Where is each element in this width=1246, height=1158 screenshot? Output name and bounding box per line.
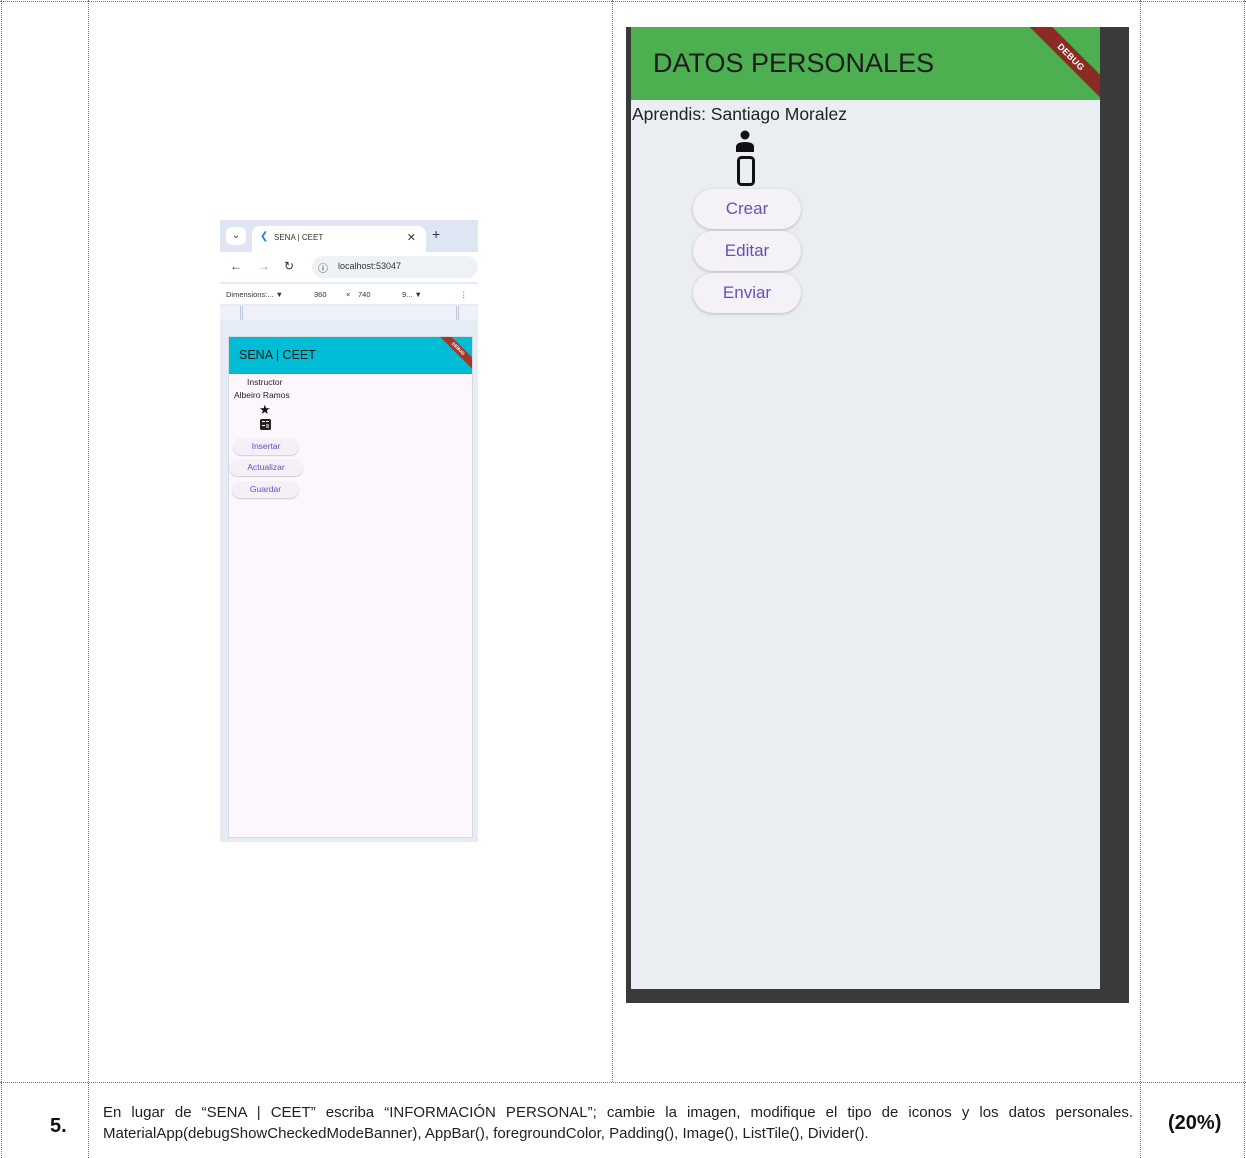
smartphone-icon <box>737 156 755 191</box>
crear-button[interactable]: Crear <box>693 189 801 229</box>
address-bar[interactable]: ⓘ localhost:53047 <box>312 256 478 278</box>
device-toolbar: Dimensions:... ▼ 360 × 740 9... ▼ ⋮ <box>220 284 478 304</box>
more-options-icon[interactable]: ⋮ <box>460 290 468 299</box>
browser-tab-bar: ⌄ ❮ SENA | CEET ✕ + <box>220 220 478 252</box>
student-name: Aprendis: Santiago Moralez <box>632 104 847 124</box>
device-ruler <box>220 306 478 320</box>
guardar-button[interactable]: Guardar <box>232 481 299 498</box>
app-bar-title: DATOS PERSONALES <box>653 48 935 78</box>
table-col-border <box>88 0 89 1158</box>
tab-title: SENA | CEET <box>274 233 324 242</box>
app-bar-title: SENA | CEET <box>239 348 316 362</box>
forward-arrow-icon[interactable]: → <box>258 259 270 273</box>
device-height[interactable]: 740 <box>358 290 371 299</box>
table-col-border <box>1140 0 1141 1158</box>
calculator-icon <box>260 418 271 433</box>
row-number: 5. <box>50 1115 67 1137</box>
table-row-divider <box>0 1082 1246 1083</box>
zoom-label: 9... <box>402 290 413 299</box>
app-screen: DATOS PERSONALES DEBUG Aprendis: Santiag… <box>631 27 1100 989</box>
task-description: En lugar de “SENA | CEET” escriba “INFOR… <box>103 1104 1133 1142</box>
table-col-border <box>1 0 2 1158</box>
flutter-favicon-icon: ❮ <box>260 231 269 242</box>
row-percentage: (20%) <box>1168 1112 1222 1134</box>
dimensions-select[interactable]: Dimensions:... ▼ <box>226 290 283 299</box>
phone-viewport: SENA | CEET DEBUG Instructor Albeiro Ram… <box>228 336 473 838</box>
browser-tab[interactable]: ❮ SENA | CEET ✕ <box>252 226 426 252</box>
reload-icon[interactable]: ↻ <box>284 259 294 273</box>
debug-banner: DEBUG <box>432 337 472 375</box>
star-icon: ★ <box>259 402 271 417</box>
back-arrow-icon[interactable]: ← <box>230 259 242 273</box>
app-bar: SENA | CEET DEBUG <box>229 337 472 375</box>
instructor-label: Instructor <box>247 377 283 387</box>
device-width[interactable]: 360 <box>314 290 327 299</box>
tab-search-button[interactable]: ⌄ <box>226 227 246 245</box>
table-col-border <box>1244 0 1245 1158</box>
table-col-border <box>612 0 613 1082</box>
editar-button[interactable]: Editar <box>693 231 801 271</box>
browser-nav-bar: ← → ↻ ⓘ localhost:53047 <box>220 252 478 282</box>
app-screenshot-frame: DATOS PERSONALES DEBUG Aprendis: Santiag… <box>626 27 1129 1003</box>
browser-screenshot: ⌄ ❮ SENA | CEET ✕ + ← → ↻ ⓘ localhost:53… <box>220 220 478 842</box>
times-sign: × <box>346 290 351 299</box>
table-top-border <box>0 1 1246 2</box>
address-text: localhost:53047 <box>338 261 402 271</box>
insertar-button[interactable]: Insertar <box>233 438 299 455</box>
person-icon <box>736 130 754 157</box>
app-bar: DATOS PERSONALES DEBUG <box>631 27 1100 105</box>
zoom-select[interactable]: 9... ▼ <box>402 290 422 299</box>
new-tab-icon[interactable]: + <box>432 226 440 242</box>
actualizar-button[interactable]: Actualizar <box>229 459 303 476</box>
instructor-name: Albeiro Ramos <box>234 390 290 400</box>
info-icon[interactable]: ⓘ <box>318 260 328 275</box>
debug-banner: DEBUG <box>1023 27 1100 105</box>
dimensions-label: Dimensions:... <box>226 290 274 299</box>
enviar-button[interactable]: Enviar <box>693 273 801 313</box>
tab-close-icon[interactable]: ✕ <box>407 231 416 244</box>
